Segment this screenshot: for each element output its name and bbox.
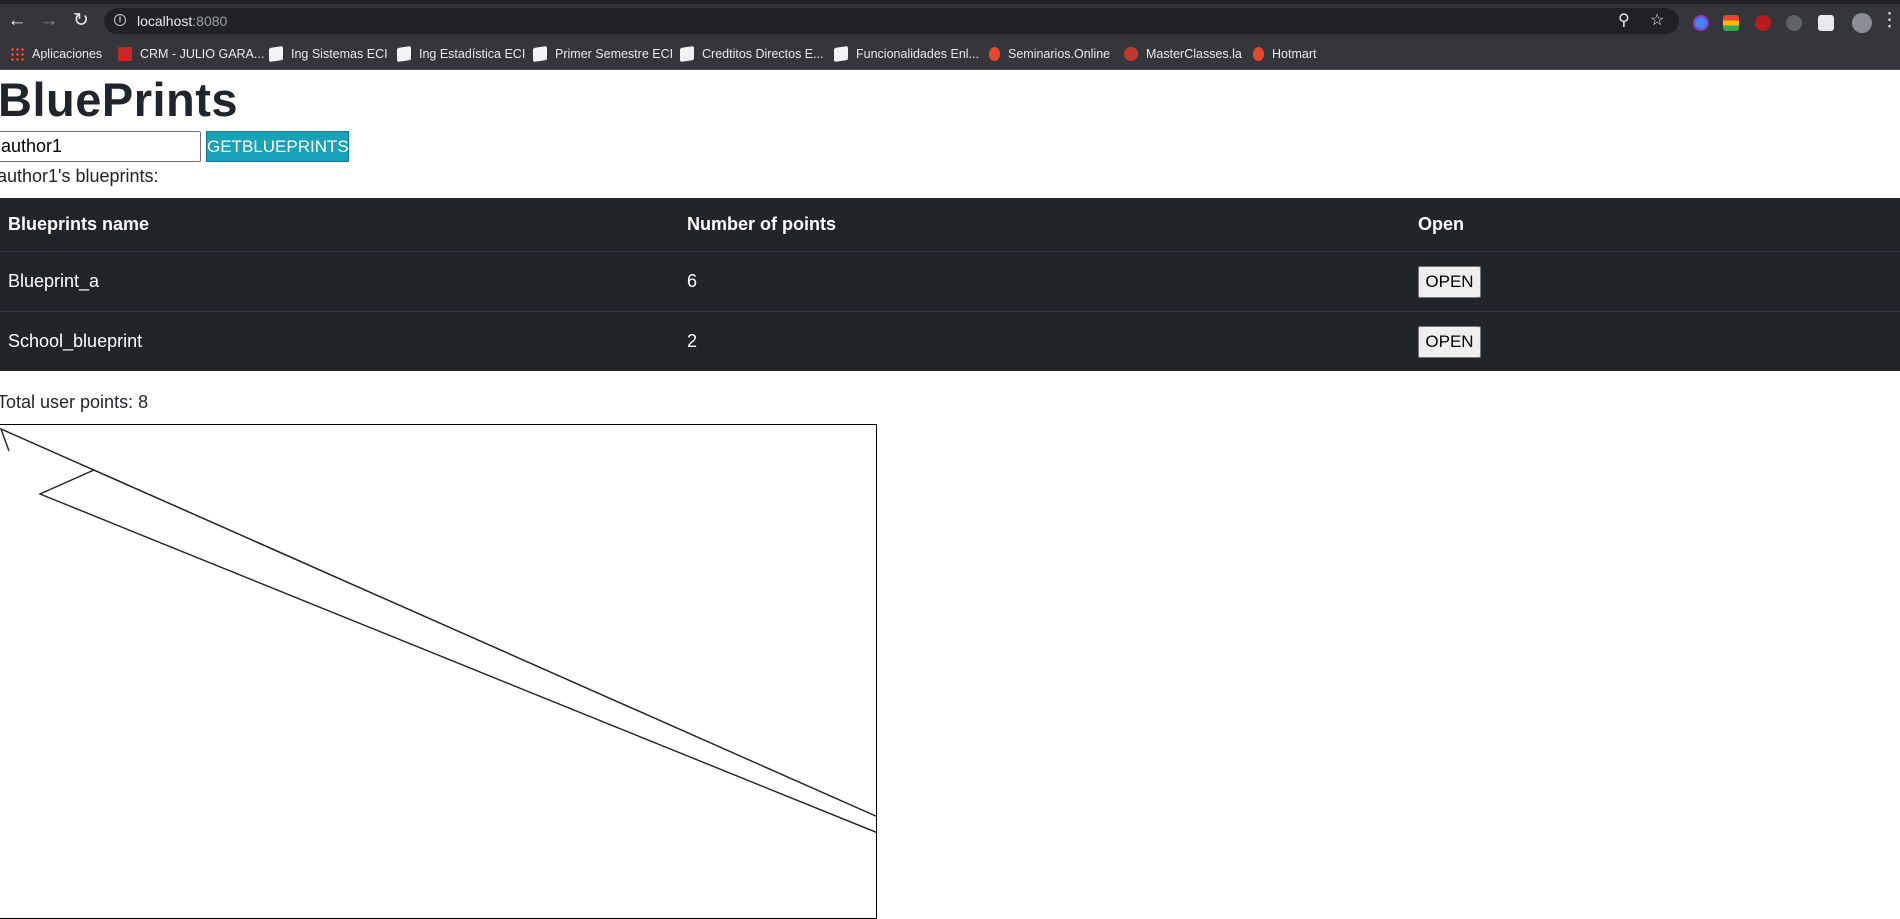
more-menu-icon[interactable]: ⋮ xyxy=(1880,9,1899,33)
reload-icon[interactable]: ↻ xyxy=(69,9,93,33)
crm-icon xyxy=(118,46,132,61)
browser-toolbar: ← → ↻ i localhost:8080 ⚲ ☆ ⋮ xyxy=(0,0,1900,37)
extension-ublock-icon[interactable] xyxy=(1755,15,1771,31)
blueprint-polyline xyxy=(0,427,876,833)
bookmark-label: CRM - JULIO GARA... xyxy=(140,46,265,61)
extension-spy-icon[interactable] xyxy=(1786,15,1802,31)
fire-icon xyxy=(989,46,1000,61)
bookmark-label: Hotmart xyxy=(1272,46,1317,61)
open-cell: OPEN xyxy=(1410,251,1900,312)
bookmark-creditos-directos[interactable]: Credtitos Directos E... xyxy=(680,37,824,70)
open-blueprint-button[interactable]: OPEN xyxy=(1418,325,1481,358)
blueprint-name-cell: Blueprint_a xyxy=(0,251,679,312)
bookmark-star-icon[interactable]: ☆ xyxy=(1650,12,1664,30)
blueprints-subtitle: author1's blueprints: xyxy=(0,166,159,186)
extension-browser-icon[interactable] xyxy=(1693,15,1709,31)
extensions-puzzle-icon[interactable] xyxy=(1818,15,1834,31)
blueprints-table: Blueprints name Number of points Open Bl… xyxy=(0,198,1900,371)
bookmark-hotmart[interactable]: Hotmart xyxy=(1253,37,1316,70)
url-text[interactable]: localhost:8080 xyxy=(137,13,227,29)
open-blueprint-button[interactable]: OPEN xyxy=(1418,265,1481,298)
bookmark-label: Aplicaciones xyxy=(32,46,103,61)
bookmark-label: Funcionalidades Enl... xyxy=(856,46,979,61)
header-open: Open xyxy=(1410,198,1900,252)
table-row: School_blueprint 2 OPEN xyxy=(0,312,1900,372)
play-icon xyxy=(1124,46,1138,61)
forward-arrow-icon[interactable]: → xyxy=(37,9,61,33)
bookmark-funcionalidades[interactable]: Funcionalidades Enl... xyxy=(834,37,979,70)
page-icon xyxy=(397,45,411,62)
bookmark-ing-sistemas[interactable]: Ing Sistemas ECI xyxy=(269,37,388,70)
page-icon xyxy=(269,45,283,62)
bookmark-ing-estadistica[interactable]: Ing Estadística ECI xyxy=(397,37,525,70)
total-user-points: Total user points: 8 xyxy=(0,392,149,412)
page-icon xyxy=(834,45,848,62)
author-input[interactable] xyxy=(0,131,201,162)
get-blueprints-button[interactable]: GETBLUEPRINTS xyxy=(206,131,349,162)
bookmark-label: MasterClasses.la xyxy=(1146,46,1242,61)
points-cell: 2 xyxy=(687,331,698,351)
bookmark-label: Credtitos Directos E... xyxy=(702,46,824,61)
page-icon xyxy=(533,45,547,62)
open-cell: OPEN xyxy=(1410,312,1900,372)
bookmark-label: Ing Sistemas ECI xyxy=(291,46,388,61)
header-number-of-points: Number of points xyxy=(679,198,1410,252)
page-icon xyxy=(680,45,694,62)
bookmark-label: Ing Estadística ECI xyxy=(419,46,526,61)
bookmarks-bar: Aplicaciones CRM - JULIO GARA... Ing Sis… xyxy=(0,37,1900,70)
header-blueprints-name: Blueprints name xyxy=(0,198,679,252)
fire-icon xyxy=(1253,46,1264,61)
bookmark-label: Seminarios.Online xyxy=(1008,46,1111,61)
blueprint-drawing xyxy=(0,427,876,833)
bookmark-label: Primer Semestre ECI xyxy=(555,46,674,61)
back-arrow-icon[interactable]: ← xyxy=(5,9,29,33)
apps-grid-icon xyxy=(10,46,24,61)
bookmark-primer-semestre[interactable]: Primer Semestre ECI xyxy=(533,37,673,70)
page-title: BluePrints xyxy=(0,73,239,126)
site-info-icon[interactable]: i xyxy=(114,14,126,26)
bookmark-crm[interactable]: CRM - JULIO GARA... xyxy=(118,37,264,70)
bookmark-masterclasses[interactable]: MasterClasses.la xyxy=(1124,37,1242,70)
address-bar[interactable]: i localhost:8080 ⚲ ☆ xyxy=(104,8,1679,34)
bookmark-seminarios[interactable]: Seminarios.Online xyxy=(989,37,1110,70)
table-header-row: Blueprints name Number of points Open xyxy=(0,198,1900,252)
blueprint-canvas[interactable] xyxy=(0,424,877,919)
points-cell: 6 xyxy=(679,251,1410,312)
bookmark-aplicaciones[interactable]: Aplicaciones xyxy=(10,37,102,70)
profile-avatar[interactable] xyxy=(1852,13,1872,33)
zoom-icon[interactable]: ⚲ xyxy=(1618,12,1630,30)
extension-sheets-icon[interactable] xyxy=(1723,15,1739,31)
table-row: Blueprint_a 6 OPEN xyxy=(0,251,1900,312)
blueprint-name-cell: School_blueprint xyxy=(8,331,143,351)
